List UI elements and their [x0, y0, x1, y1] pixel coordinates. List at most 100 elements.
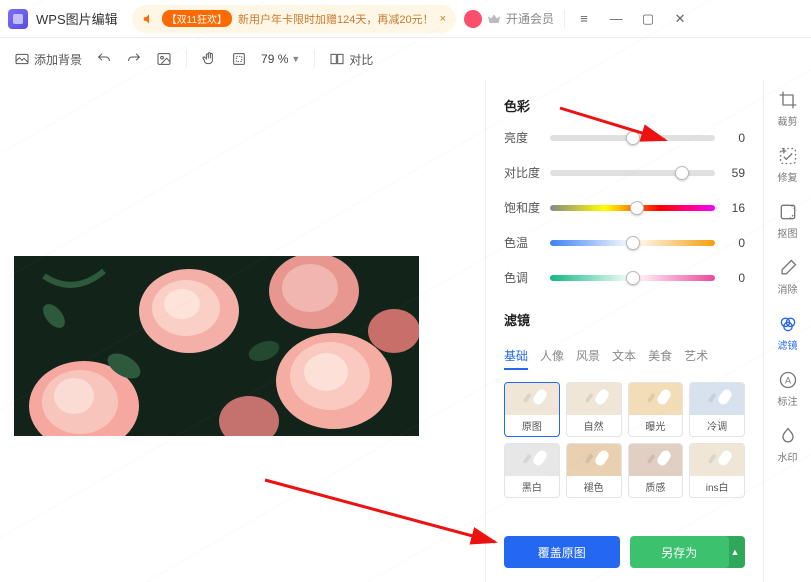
titlebar: WPS图片编辑 【双11狂欢】 新用户年卡限时加赠124天，再减20元！ × 开…	[0, 0, 811, 38]
saturation-slider[interactable]: 饱和度 16	[504, 199, 745, 216]
crown-icon	[486, 11, 502, 27]
filter-exposure[interactable]: 曝光	[628, 382, 684, 437]
filter-thumb	[567, 444, 621, 476]
filter-thumb	[690, 444, 744, 476]
compare-label: 对比	[349, 51, 373, 68]
avatar-icon	[464, 10, 482, 28]
divider	[314, 50, 315, 68]
filter-tab-basic[interactable]: 基础	[504, 347, 528, 370]
promo-close-icon[interactable]: ×	[440, 13, 446, 25]
filter-thumb	[567, 383, 621, 415]
filter-cold[interactable]: 冷调	[689, 382, 745, 437]
window-controls: ≡ — ▢ ✕	[575, 11, 689, 27]
divider	[564, 10, 565, 28]
speaker-icon	[142, 12, 156, 26]
maximize-button[interactable]: ▢	[639, 11, 657, 27]
filter-fade[interactable]: 褪色	[566, 443, 622, 498]
image-button[interactable]	[156, 51, 172, 67]
save-buttons: 覆盖原图 另存为 ▲	[504, 536, 745, 568]
adjustment-panel: 色彩 亮度 0 对比度 59 饱和度 16 色温 0 色调 0 滤镜 基础	[485, 80, 763, 582]
promo-banner[interactable]: 【双11狂欢】 新用户年卡限时加赠124天，再减20元！ ×	[132, 5, 456, 33]
watermark-icon	[778, 426, 798, 446]
color-section-title: 色彩	[504, 96, 745, 115]
filter-section-title: 滤镜	[504, 310, 745, 329]
zoom-dropdown[interactable]: 79 % ▼	[261, 52, 300, 66]
edited-image	[14, 256, 419, 436]
saturation-label: 饱和度	[504, 199, 546, 216]
filter-thumb	[629, 383, 683, 415]
brightness-label: 亮度	[504, 129, 546, 146]
close-button[interactable]: ✕	[671, 11, 689, 27]
slider-thumb[interactable]	[626, 131, 640, 145]
filter-bw[interactable]: 黑白	[504, 443, 560, 498]
slider-track[interactable]	[550, 205, 715, 211]
membership-label: 开通会员	[506, 10, 554, 27]
temperature-value: 0	[719, 236, 745, 250]
compare-button[interactable]: 对比	[329, 51, 373, 68]
contrast-slider[interactable]: 对比度 59	[504, 164, 745, 181]
contrast-label: 对比度	[504, 164, 546, 181]
filter-tab-portrait[interactable]: 人像	[540, 347, 564, 370]
slider-track[interactable]	[550, 275, 715, 281]
filter-thumb	[690, 383, 744, 415]
tint-slider[interactable]: 色调 0	[504, 269, 745, 286]
membership-button[interactable]: 开通会员	[464, 10, 554, 28]
divider	[186, 50, 187, 68]
redo-icon	[126, 51, 142, 67]
tool-watermark[interactable]: 水印	[778, 426, 798, 464]
pan-button[interactable]	[201, 51, 217, 67]
undo-button[interactable]	[96, 51, 112, 67]
slider-track[interactable]	[550, 240, 715, 246]
add-background-button[interactable]: 添加背景	[14, 51, 82, 68]
filter-icon	[778, 314, 798, 334]
filter-texture[interactable]: 质感	[628, 443, 684, 498]
tool-annotate[interactable]: A 标注	[778, 370, 798, 408]
saturation-value: 16	[719, 201, 745, 215]
slider-thumb[interactable]	[626, 236, 640, 250]
app-title: WPS图片编辑	[36, 9, 118, 28]
filter-tab-food[interactable]: 美食	[648, 347, 672, 370]
tint-label: 色调	[504, 269, 546, 286]
canvas[interactable]	[0, 80, 485, 582]
filter-inswhite[interactable]: ins白	[689, 443, 745, 498]
background-icon	[14, 51, 30, 67]
filter-thumb	[629, 444, 683, 476]
promo-text: 新用户年卡限时加赠124天，再减20元！	[238, 11, 434, 27]
temperature-slider[interactable]: 色温 0	[504, 234, 745, 251]
contrast-value: 59	[719, 166, 745, 180]
fit-button[interactable]	[231, 51, 247, 67]
slider-track[interactable]	[550, 135, 715, 141]
filter-natural[interactable]: 自然	[566, 382, 622, 437]
compare-icon	[329, 51, 345, 67]
tool-filter[interactable]: 滤镜	[778, 314, 798, 352]
app-logo-icon	[8, 9, 28, 29]
filter-original[interactable]: 原图	[504, 382, 560, 437]
undo-icon	[96, 51, 112, 67]
slider-track[interactable]	[550, 170, 715, 176]
slider-thumb[interactable]	[630, 201, 644, 215]
brightness-slider[interactable]: 亮度 0	[504, 129, 745, 146]
filter-tab-text[interactable]: 文本	[612, 347, 636, 370]
cutout-icon	[778, 202, 798, 222]
filter-tab-landscape[interactable]: 风景	[576, 347, 600, 370]
slider-thumb[interactable]	[626, 271, 640, 285]
tool-strip: 裁剪 修复 抠图 消除 滤镜 A 标注 水印	[763, 80, 811, 582]
crop-icon	[778, 90, 798, 110]
save-as-button[interactable]: 另存为	[630, 536, 730, 568]
redo-button[interactable]	[126, 51, 142, 67]
main-area: 色彩 亮度 0 对比度 59 饱和度 16 色温 0 色调 0 滤镜 基础	[0, 80, 811, 582]
overwrite-button[interactable]: 覆盖原图	[504, 536, 620, 568]
filter-tab-art[interactable]: 艺术	[684, 347, 708, 370]
menu-icon[interactable]: ≡	[575, 11, 593, 27]
tool-cutout[interactable]: 抠图	[778, 202, 798, 240]
add-background-label: 添加背景	[34, 51, 82, 68]
tool-erase[interactable]: 消除	[778, 258, 798, 296]
minimize-button[interactable]: —	[607, 11, 625, 27]
filter-grid: 原图 自然 曝光 冷调 黑白 褪色 质感 ins白	[504, 382, 745, 498]
erase-icon	[778, 258, 798, 278]
tool-heal[interactable]: 修复	[778, 146, 798, 184]
filter-thumb	[505, 383, 559, 415]
fit-icon	[231, 51, 247, 67]
slider-thumb[interactable]	[675, 166, 689, 180]
tool-crop[interactable]: 裁剪	[778, 90, 798, 128]
